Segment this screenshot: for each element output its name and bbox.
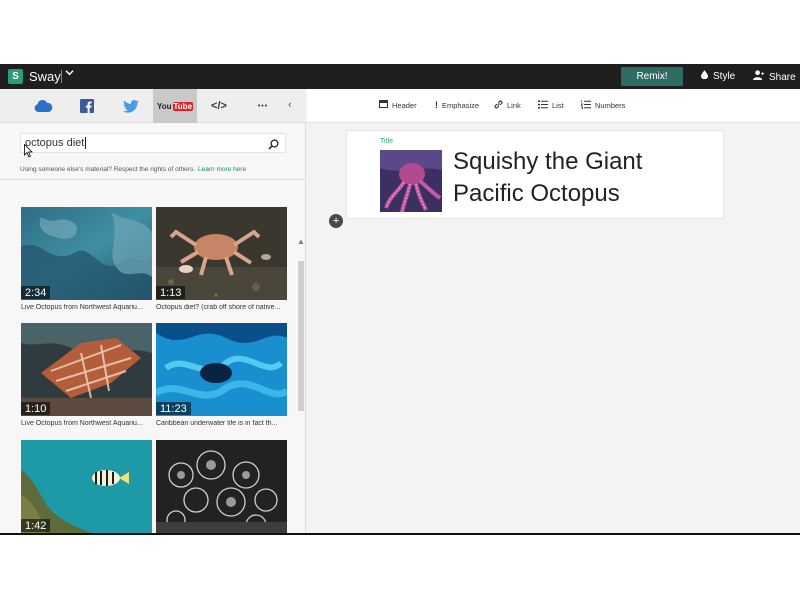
- scroll-up-chevron-icon[interactable]: ▲: [297, 237, 305, 246]
- video-duration: 1:10: [21, 402, 51, 415]
- divider: [0, 179, 306, 180]
- numbered-list-icon: [580, 100, 591, 111]
- list-button[interactable]: List: [538, 100, 564, 111]
- sway-app-window: S Sway Remix! Style Share You Tube </> •…: [0, 64, 800, 535]
- scrollbar-thumb[interactable]: [298, 261, 304, 411]
- rights-notice: Using someone else's material? Respect t…: [20, 166, 246, 173]
- format-toolbar: Header ! Emphasize Link List Numbers: [307, 89, 800, 123]
- search-icon[interactable]: [268, 137, 279, 155]
- link-label: Link: [507, 101, 521, 110]
- sway-logo-icon: S: [8, 69, 23, 84]
- tab-youtube[interactable]: You Tube: [153, 89, 197, 123]
- tab-facebook[interactable]: [65, 89, 109, 123]
- numbers-button[interactable]: Numbers: [580, 100, 626, 111]
- share-button[interactable]: Share: [753, 70, 796, 83]
- video-duration: 2:34: [21, 286, 51, 299]
- title-card-octopus-image[interactable]: [380, 150, 442, 212]
- facebook-icon: [80, 99, 94, 113]
- list-label: List: [552, 101, 564, 110]
- title-line-2: Pacific Octopus: [453, 180, 620, 207]
- header-icon: [379, 100, 388, 110]
- video-caption: Caribbean underwater life is in fact th.…: [156, 420, 278, 427]
- title-card[interactable]: Title Squishy the Giant Pacific Octopus: [346, 130, 724, 219]
- title-card-heading[interactable]: Squishy the Giant Pacific Octopus: [453, 146, 713, 210]
- video-caption: Live Octopus from Northwest Aquariu...: [21, 304, 143, 311]
- more-icon: •••: [257, 102, 269, 110]
- code-icon: </>: [211, 100, 227, 112]
- bullet-list-icon: [538, 100, 548, 111]
- link-icon: [494, 100, 503, 111]
- cloud-icon: [34, 100, 53, 112]
- video-duration: 1:42: [21, 519, 51, 532]
- video-caption: Octopus diet? (crab off shore of native.…: [156, 304, 281, 311]
- video-result[interactable]: [156, 440, 287, 533]
- youtube-logo-you: You: [156, 101, 172, 111]
- search-input-value: octopus diet: [25, 137, 85, 149]
- collapse-panel-chevron-left-icon[interactable]: ‹: [288, 99, 292, 111]
- tab-more[interactable]: •••: [241, 89, 285, 123]
- add-card-symbol: +: [332, 215, 340, 227]
- learn-more-link[interactable]: Learn more here: [198, 166, 246, 173]
- search-input[interactable]: octopus diet: [25, 137, 87, 150]
- tab-onedrive[interactable]: [21, 89, 65, 123]
- app-name: Sway: [29, 69, 61, 84]
- video-result[interactable]: 1:42: [21, 440, 152, 533]
- exclamation-icon: !: [435, 100, 438, 110]
- style-button[interactable]: Style: [701, 70, 735, 82]
- link-button[interactable]: Link: [494, 100, 521, 111]
- video-thumbnail: [156, 440, 287, 533]
- header-label: Header: [392, 100, 417, 110]
- top-bar: S Sway Remix! Style Share: [0, 64, 800, 89]
- youtube-icon: You Tube: [156, 101, 194, 111]
- insert-content-panel: You Tube </> ••• ‹ octopus diet Using so…: [0, 89, 306, 533]
- video-duration: 1:13: [156, 286, 186, 299]
- title-card-label: Title: [380, 138, 393, 145]
- remix-button[interactable]: Remix!: [621, 67, 683, 86]
- rights-notice-text: Using someone else's material? Respect t…: [20, 166, 196, 173]
- source-tabs: You Tube </> ••• ‹: [0, 89, 306, 123]
- droplet-icon: [701, 70, 708, 82]
- add-card-plus-icon[interactable]: +: [326, 211, 346, 231]
- share-person-icon: [753, 70, 764, 83]
- text-caret: [85, 137, 87, 150]
- tab-twitter[interactable]: [109, 89, 153, 123]
- emphasize-button[interactable]: ! Emphasize: [435, 100, 479, 110]
- share-label: Share: [769, 72, 796, 83]
- youtube-logo-tube: Tube: [172, 101, 194, 111]
- search-box[interactable]: octopus diet: [20, 133, 286, 153]
- app-divider: [61, 70, 62, 83]
- title-line-1: Squishy the Giant: [453, 148, 643, 175]
- style-label: Style: [713, 71, 736, 82]
- storyline-canvas: Title Squishy the Giant Pacific Octopus …: [307, 123, 800, 533]
- numbers-label: Numbers: [595, 101, 626, 110]
- twitter-bird-icon: [123, 99, 139, 113]
- video-caption: Live Octopus from Northwest Aquariu...: [21, 420, 143, 427]
- mouse-pointer-icon: [24, 143, 33, 163]
- tab-embed[interactable]: </>: [197, 89, 241, 123]
- header-button[interactable]: Header: [379, 100, 417, 110]
- emphasize-label: Emphasize: [442, 100, 480, 110]
- app-menu-chevron-down-icon[interactable]: [65, 68, 74, 80]
- video-duration: 11:23: [156, 402, 191, 415]
